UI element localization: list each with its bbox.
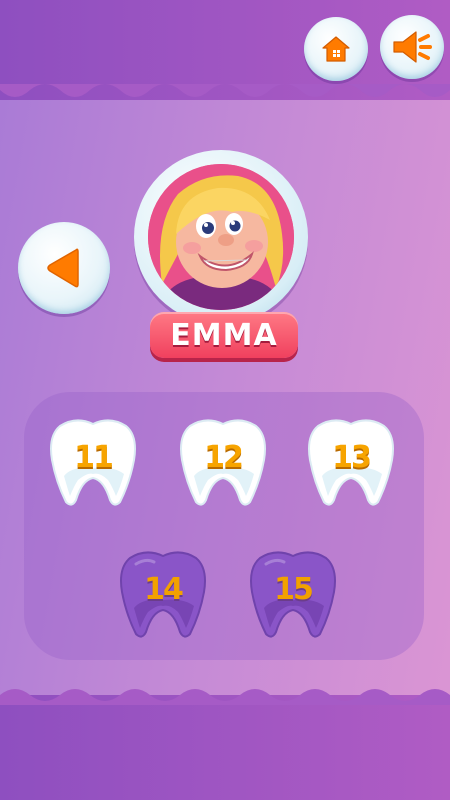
home-button[interactable] (304, 17, 368, 81)
level-tooth-11[interactable]: 11 (48, 416, 138, 508)
triangle-left-icon (47, 248, 79, 288)
level-number: 12 (204, 439, 244, 475)
bottom-banner (0, 689, 450, 800)
girl-face-illustration (148, 164, 294, 310)
level-number: 14 (144, 571, 184, 607)
back-button[interactable] (18, 222, 110, 314)
top-wave-edge (0, 84, 450, 97)
sound-button[interactable] (380, 15, 444, 79)
character-avatar[interactable] (134, 150, 308, 324)
speaker-icon (393, 31, 432, 63)
level-number: 15 (274, 571, 314, 607)
level-tooth-12[interactable]: 12 (178, 416, 268, 508)
level-tooth-14: 14 (118, 548, 208, 640)
character-name: EMMA (170, 317, 278, 353)
home-icon (322, 36, 350, 62)
avatar-portrait (148, 164, 294, 310)
level-tooth-13[interactable]: 13 (306, 416, 396, 508)
level-number: 11 (74, 439, 114, 475)
level-tooth-15: 15 (248, 548, 338, 640)
bottom-wave-edge (0, 689, 450, 705)
level-number: 13 (332, 439, 372, 475)
character-name-plate: EMMA (150, 312, 298, 358)
